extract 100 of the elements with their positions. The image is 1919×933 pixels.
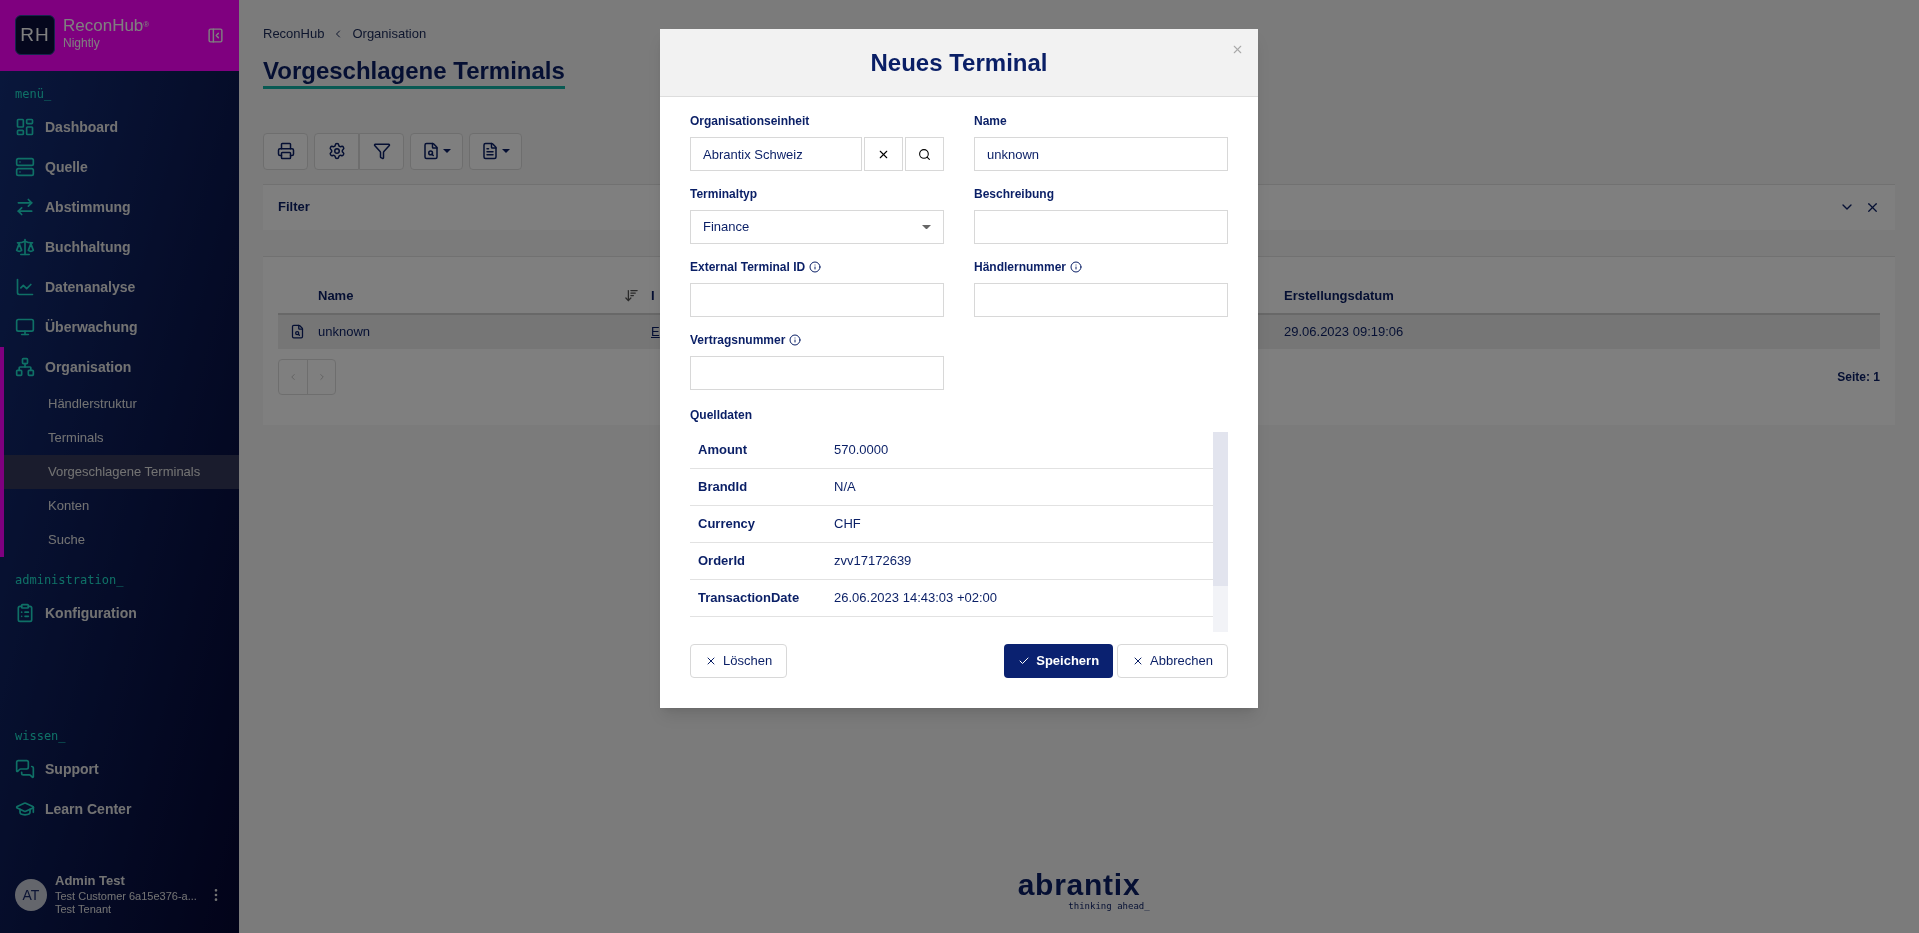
nav-subitem[interactable]: Suche	[4, 523, 239, 557]
graduation-cap-icon	[15, 799, 35, 819]
line-chart-icon	[15, 277, 35, 297]
section-heading: wissen_	[14, 728, 67, 745]
caret-icon	[443, 149, 451, 153]
column-header[interactable]: Erstellungsdatum	[1284, 285, 1394, 306]
nav-item[interactable]: Konfiguration	[4, 593, 239, 633]
panel-collapse-icon	[207, 27, 224, 44]
property-key: Currency	[698, 514, 834, 534]
table-cell-text: unknown	[318, 322, 372, 341]
caret-icon	[502, 149, 510, 153]
hierarchy-icon	[15, 357, 35, 377]
scale-icon	[15, 237, 35, 257]
save-button[interactable]: Speichern	[1004, 644, 1114, 678]
property-key: OrderId	[698, 551, 834, 571]
section-heading: administration_	[14, 572, 125, 589]
info-icon[interactable]	[1070, 261, 1083, 273]
nav-item[interactable]: Buchhaltung	[4, 227, 239, 267]
property-value: zvv17172639	[834, 552, 912, 571]
print-button[interactable]	[263, 132, 308, 170]
search-button[interactable]	[905, 137, 944, 171]
search-icon	[918, 147, 931, 161]
column-header[interactable]: I	[651, 285, 661, 306]
funnel-icon	[372, 142, 391, 160]
collapse-sidebar-button[interactable]	[207, 27, 224, 44]
printer-icon	[276, 142, 295, 160]
field-label: Vertragsnummer	[690, 332, 786, 349]
nav-subitem[interactable]: Konten	[4, 489, 239, 523]
section-heading: menü_	[14, 86, 53, 103]
field-label: Organisationseinheit	[690, 113, 810, 130]
company-tagline: thinking ahead_	[1068, 899, 1150, 913]
nav-subitem[interactable]: Terminals	[4, 421, 239, 455]
nav-item[interactable]: Organisation	[4, 347, 239, 387]
field-label: Name	[974, 113, 1007, 130]
breadcrumb-item[interactable]: Organisation	[352, 24, 427, 44]
input-field[interactable]	[974, 210, 1228, 244]
input-field[interactable]	[690, 283, 944, 317]
document-icon[interactable]	[290, 324, 305, 339]
clipboard-search-icon	[422, 142, 440, 160]
gear-icon	[327, 142, 346, 160]
tools-dropdown-button[interactable]	[410, 132, 463, 170]
property-value: 570.0000	[834, 441, 889, 460]
property-key: BrandId	[698, 477, 834, 497]
nav-item[interactable]: Abstimmung	[4, 187, 239, 227]
dashboard-icon	[15, 117, 35, 137]
breadcrumb-item[interactable]: ReconHub	[263, 24, 325, 44]
input-field[interactable]	[690, 356, 944, 390]
arrows-icon	[15, 197, 35, 217]
caret-icon	[922, 224, 931, 230]
property-value: CHF	[834, 515, 861, 534]
nav-item[interactable]: Überwachung	[4, 307, 239, 347]
close-icon	[705, 655, 717, 667]
table-cell-text: 29.06.2023 09:19:06	[1284, 322, 1404, 341]
user-customer: Test Customer 6a15e376-a...	[55, 889, 197, 904]
user-avatar: AT	[15, 879, 47, 912]
nav-item[interactable]: Learn Center	[4, 789, 239, 829]
monitor-icon	[15, 317, 35, 337]
app-subtitle: Nightly	[63, 36, 101, 52]
clear-button[interactable]	[864, 137, 903, 171]
nav-subitem[interactable]: Vorgeschlagene Terminals	[4, 455, 239, 489]
scrollbar[interactable]	[1213, 432, 1228, 632]
input-field[interactable]: Abrantix Schweiz	[690, 137, 862, 171]
document-dropdown-button[interactable]	[469, 132, 522, 170]
clipboard-icon	[15, 603, 35, 623]
section-title: Quelldaten	[690, 407, 753, 424]
app-logo: RH	[15, 15, 55, 55]
nav-item[interactable]: Support	[4, 749, 239, 789]
table-link[interactable]: E	[651, 321, 661, 342]
cancel-button[interactable]: Abbrechen	[1117, 644, 1228, 678]
input-field[interactable]: unknown	[974, 137, 1228, 171]
filter-button[interactable]	[359, 132, 404, 170]
input-field[interactable]	[974, 283, 1228, 317]
sort-icon[interactable]	[624, 288, 639, 303]
user-name: Admin Test	[55, 873, 126, 890]
chat-icon	[15, 759, 35, 779]
column-header[interactable]: Name	[318, 285, 624, 306]
dialog-title: Neues Terminal	[870, 47, 1048, 78]
check-icon	[1018, 655, 1031, 667]
nav-item[interactable]: Quelle	[4, 147, 239, 187]
nav-subitem[interactable]: Händlerstruktur	[4, 387, 239, 421]
info-icon[interactable]	[809, 261, 822, 273]
property-key: TransactionDate	[698, 588, 834, 608]
field-label: Beschreibung	[974, 186, 1054, 203]
settings-button[interactable]	[314, 132, 359, 170]
field-label: Terminaltyp	[690, 186, 758, 203]
company-logo: abrantix	[1017, 869, 1141, 900]
page-title: Vorgeschlagene Terminals	[263, 55, 565, 89]
server-icon	[15, 157, 35, 177]
delete-button[interactable]: Löschen	[690, 644, 788, 678]
field-label: Händlernummer	[974, 259, 1067, 276]
user-tenant: Test Tenant	[55, 903, 113, 917]
info-icon[interactable]	[789, 334, 802, 346]
page-indicator: Seite: 1	[1837, 368, 1880, 386]
app-name: ReconHub$^{®}$	[63, 15, 150, 37]
document-icon	[481, 142, 499, 160]
nav-item[interactable]: Dashboard	[4, 107, 239, 147]
filter-title: Filter	[278, 198, 310, 217]
select-field[interactable]: Finance	[690, 210, 944, 244]
property-key: Amount	[698, 440, 834, 460]
nav-item[interactable]: Datenanalyse	[4, 267, 239, 307]
